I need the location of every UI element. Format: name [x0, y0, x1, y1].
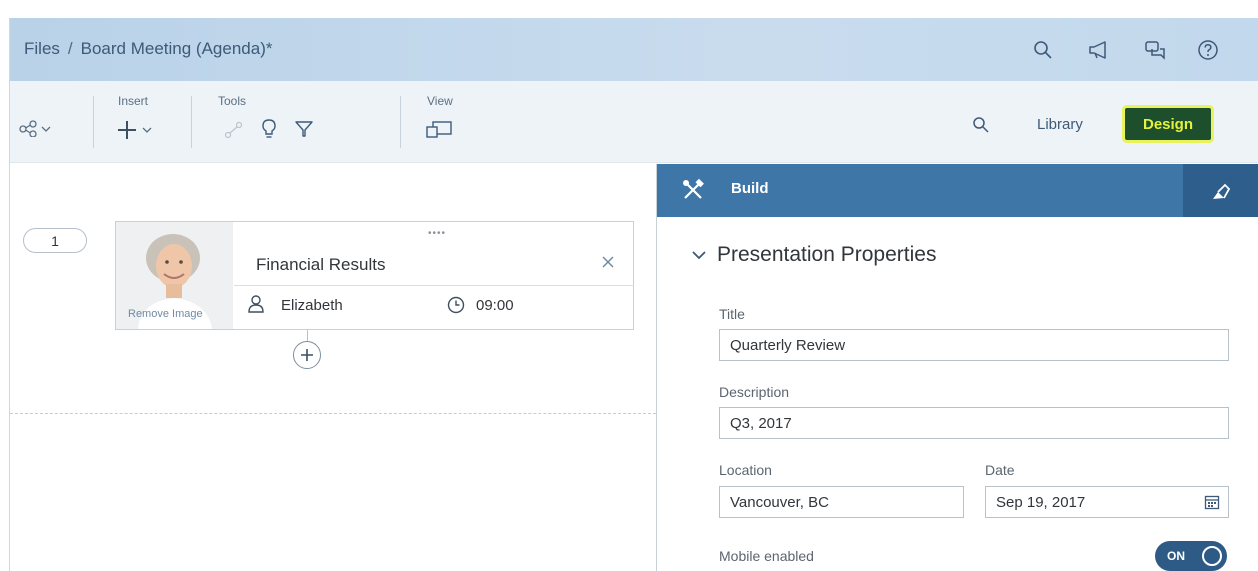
presenter-photo[interactable]: Remove Image: [116, 222, 233, 329]
agenda-item-number[interactable]: 1: [23, 228, 87, 253]
mobile-enabled-label: Mobile enabled: [719, 548, 814, 564]
toolbar-search-icon[interactable]: [969, 113, 993, 137]
megaphone-icon[interactable]: [1078, 30, 1118, 70]
section-divider: [10, 413, 656, 414]
search-icon[interactable]: [1023, 30, 1063, 70]
description-label: Description: [719, 384, 790, 400]
filter-icon[interactable]: [293, 118, 315, 140]
breadcrumb: Files / Board Meeting (Agenda)*: [24, 39, 272, 59]
design-button[interactable]: Design: [1125, 108, 1211, 140]
app-window: Files / Board Meeting (Agenda)* Insert T…: [9, 18, 1258, 571]
toggle-knob: [1202, 546, 1222, 566]
chat-icon[interactable]: [1135, 30, 1175, 70]
breadcrumb-current: Board Meeting (Agenda)*: [80, 39, 273, 58]
agenda-canvas: 1 Remove Image •••• Financial Results El…: [10, 164, 656, 571]
mobile-enabled-toggle[interactable]: ON: [1155, 541, 1227, 571]
toolbar-divider: [191, 96, 192, 148]
close-icon[interactable]: [596, 250, 620, 274]
section-title: Presentation Properties: [717, 243, 937, 266]
remove-image-link[interactable]: Remove Image: [128, 308, 203, 320]
connect-icon: [222, 119, 246, 141]
card-divider: [234, 285, 634, 286]
calendar-icon[interactable]: [1204, 494, 1220, 514]
build-panel: Build Presentation Properties Title Quar…: [656, 164, 1258, 571]
panel-header: Build: [657, 164, 1258, 217]
date-value: Sep 19, 2017: [996, 493, 1086, 511]
agenda-item-card[interactable]: Remove Image •••• Financial Results Eliz…: [115, 221, 634, 330]
person-icon: [247, 294, 265, 319]
presentation-properties-header[interactable]: Presentation Properties: [691, 243, 936, 267]
view-label: View: [427, 94, 453, 108]
clock-icon: [446, 295, 466, 320]
build-tab[interactable]: Build: [731, 180, 769, 197]
agenda-item-time[interactable]: 09:00: [476, 297, 514, 314]
tools-label: Tools: [218, 94, 247, 108]
drag-handle[interactable]: ••••: [428, 228, 446, 239]
connector-line: [307, 330, 308, 341]
date-field[interactable]: Sep 19, 2017: [985, 486, 1229, 518]
insert-label: Insert: [118, 94, 149, 108]
toggle-state: ON: [1167, 549, 1185, 563]
lightbulb-icon[interactable]: [258, 117, 280, 141]
paint-icon: [1213, 183, 1231, 199]
help-icon[interactable]: [1188, 30, 1228, 70]
chevron-down-icon: [692, 251, 706, 260]
breadcrumb-separator: /: [67, 39, 73, 58]
location-label: Location: [719, 462, 772, 478]
library-link[interactable]: Library: [1037, 116, 1083, 133]
presenter-name[interactable]: Elizabeth: [281, 297, 343, 314]
title-field[interactable]: Quarterly Review: [719, 329, 1229, 361]
design-tab[interactable]: [1183, 164, 1258, 217]
location-field[interactable]: Vancouver, BC: [719, 486, 964, 518]
breadcrumb-files-link[interactable]: Files: [24, 39, 60, 58]
description-field[interactable]: Q3, 2017: [719, 407, 1229, 439]
add-item-button[interactable]: [293, 341, 321, 369]
toolbar: Insert Tools View Library Design: [10, 81, 1258, 163]
share-icon[interactable]: [16, 117, 56, 139]
tools-icon: [681, 178, 705, 207]
agenda-item-title[interactable]: Financial Results: [256, 255, 385, 275]
insert-add-icon[interactable]: [116, 117, 158, 143]
toolbar-divider: [400, 96, 401, 148]
view-layout-icon[interactable]: [424, 118, 454, 140]
shell-header: Files / Board Meeting (Agenda)*: [10, 18, 1258, 81]
title-label: Title: [719, 306, 745, 322]
toolbar-divider: [93, 96, 94, 148]
date-label: Date: [985, 462, 1015, 478]
